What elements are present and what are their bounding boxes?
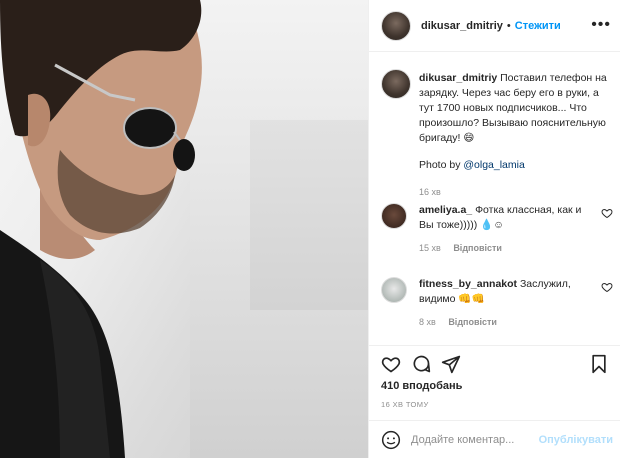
- caption-username[interactable]: dikusar_dmitriy: [419, 72, 497, 84]
- comment-like-heart-icon[interactable]: [601, 207, 613, 219]
- reply-button[interactable]: Відповісти: [448, 317, 497, 327]
- comment-username[interactable]: ameliya.a_: [419, 204, 472, 216]
- comments-list[interactable]: dikusar_dmitriy Поставил телефон на заря…: [369, 53, 620, 345]
- more-options-icon[interactable]: •••: [591, 16, 611, 34]
- header-separator: •: [506, 19, 511, 32]
- instagram-post: dikusar_dmitriy • Стежити ••• dikusar_dm…: [0, 0, 620, 458]
- publish-button[interactable]: Опублікувати: [539, 434, 613, 446]
- comment-body: fitness_by_annakot Заслужил, видимо 👊👊 8…: [419, 277, 593, 330]
- reply-button[interactable]: Відповісти: [453, 243, 502, 253]
- comment-meta: 15 хв Відповісти: [419, 241, 593, 256]
- photo-credit: Photo by @olga_lamia: [419, 158, 609, 173]
- post-photo[interactable]: [0, 0, 368, 458]
- post-side-panel: dikusar_dmitriy • Стежити ••• dikusar_dm…: [368, 0, 620, 458]
- author-avatar[interactable]: [381, 10, 411, 41]
- comment-time[interactable]: 8 хв: [419, 317, 436, 327]
- comment-avatar[interactable]: [381, 277, 407, 303]
- photo-credit-prefix: Photo by: [419, 159, 464, 171]
- share-send-icon[interactable]: [441, 354, 461, 374]
- comment-username[interactable]: fitness_by_annakot: [419, 278, 517, 290]
- caption-time[interactable]: 16 хв: [419, 185, 609, 200]
- portrait-illustration: [0, 0, 202, 458]
- photo-credit-mention[interactable]: @olga_lamia: [463, 159, 524, 171]
- caption-avatar[interactable]: [381, 69, 411, 99]
- comment-like-heart-icon[interactable]: [601, 281, 613, 293]
- like-heart-icon[interactable]: [381, 354, 401, 374]
- author-username[interactable]: dikusar_dmitriy: [421, 20, 503, 32]
- comment-body: ameliya.a_ Фотка классная, как и Вы тоже…: [419, 203, 593, 256]
- likes-count[interactable]: 410 вподобань: [381, 380, 462, 392]
- comment-avatar[interactable]: [381, 203, 407, 229]
- save-bookmark-icon[interactable]: [589, 354, 609, 374]
- caption-text-block: dikusar_dmitriy Поставил телефон на заря…: [419, 71, 609, 200]
- comment-input[interactable]: [411, 433, 541, 446]
- comment-bubble-icon[interactable]: [411, 354, 431, 374]
- add-comment-bar: Опублікувати: [369, 420, 620, 458]
- comment-time[interactable]: 15 хв: [419, 243, 441, 253]
- posted-time[interactable]: 16 ХВ ТОМУ: [381, 400, 429, 409]
- comment-meta: 8 хв Відповісти: [419, 315, 593, 330]
- emoji-smiley-icon[interactable]: [381, 430, 401, 450]
- post-header: dikusar_dmitriy • Стежити •••: [369, 0, 620, 52]
- follow-button[interactable]: Стежити: [515, 20, 561, 32]
- post-actions-bar: [369, 345, 620, 374]
